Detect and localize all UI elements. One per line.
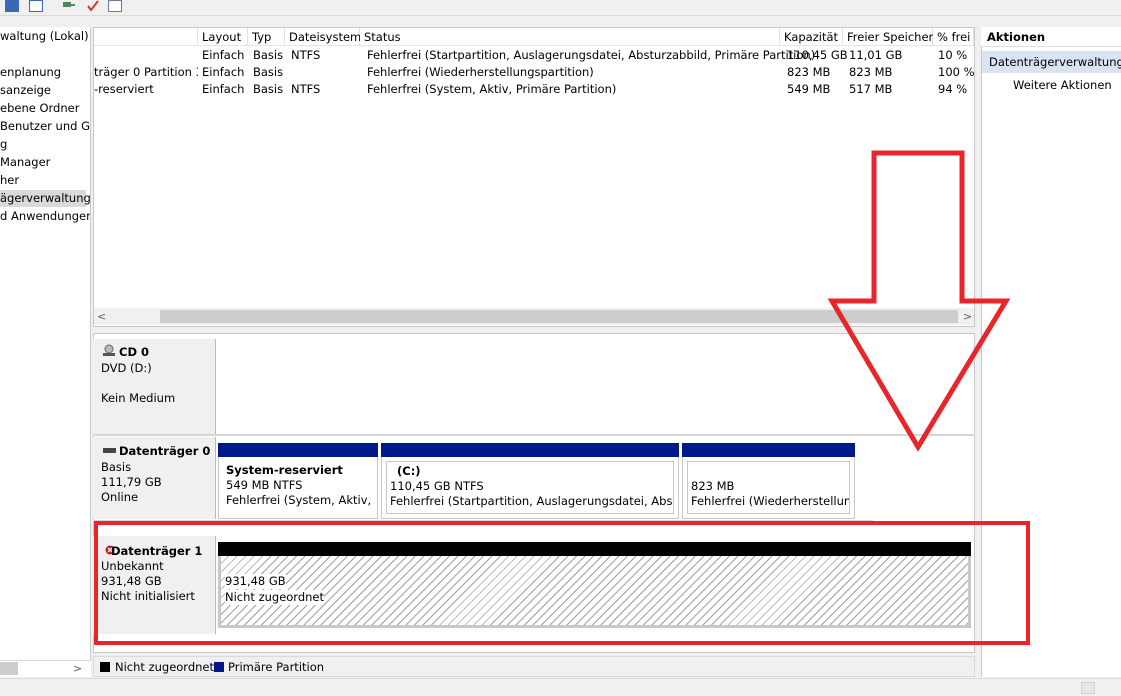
- partition-status: Fehlerfrei (Startpartition, Auslagerungs…: [390, 494, 673, 508]
- check-icon[interactable]: [86, 0, 100, 12]
- disk-type: Basis: [101, 460, 132, 474]
- nav-item-lokale-benutzer[interactable]: Benutzer und Gr: [0, 118, 90, 135]
- frei-cell: 823 MB: [849, 65, 893, 79]
- fs-cell: NTFS: [291, 82, 321, 96]
- actions-title: Aktionen: [981, 27, 1121, 47]
- properties-icon[interactable]: [29, 0, 43, 12]
- col-header-dateisystem[interactable]: Dateisystem: [285, 28, 361, 46]
- help-icon[interactable]: [5, 0, 19, 12]
- partition-recovery[interactable]: 823 MB Fehlerfrei (Wiederherstellungs: [682, 457, 855, 519]
- annotation-highlight-box: [94, 521, 1030, 645]
- typ-cell: Basis: [253, 82, 284, 96]
- disk-size: 111,79 GB: [101, 475, 162, 489]
- col-header-prozent-frei[interactable]: % frei: [933, 28, 974, 46]
- prozent-cell: 100 %: [938, 65, 975, 79]
- frei-cell: 11,01 GB: [849, 48, 903, 62]
- disk-label-disk0[interactable]: Datenträger 0 Basis 111,79 GB Online: [93, 437, 216, 519]
- partition-bar: [218, 443, 378, 457]
- partition-status: Fehlerfrei (Wiederherstellungs: [691, 494, 850, 508]
- legend: Nicht zugeordnet Primäre Partition: [93, 656, 975, 677]
- partition-name: (C:): [397, 464, 421, 478]
- nav-item-aufgabenplanung[interactable]: enplanung: [0, 64, 61, 81]
- actions-section-datentraegerverwaltung[interactable]: Datenträgerverwaltung: [982, 51, 1121, 73]
- disk-drive-letter: DVD (D:): [101, 361, 152, 375]
- typ-cell: Basis: [253, 48, 284, 62]
- col-header-status[interactable]: Status: [360, 28, 780, 46]
- col-header-freier-speicher[interactable]: Freier Speicher: [843, 28, 933, 46]
- partition-c[interactable]: (C:) 110,45 GB NTFS Fehlerfrei (Startpar…: [381, 457, 679, 519]
- legend-swatch-unallocated: [100, 662, 110, 672]
- col-header-kapazitaet[interactable]: Kapazität: [780, 28, 843, 46]
- nav-scroll-thumb[interactable]: [0, 662, 18, 675]
- disk-title: Datenträger 0: [119, 444, 211, 458]
- fs-cell: [283, 64, 291, 81]
- resize-grip-icon[interactable]: [1081, 682, 1095, 694]
- fs-cell: NTFS: [291, 48, 321, 62]
- col-header-typ[interactable]: Typ: [248, 28, 285, 46]
- status-cell: Fehlerfrei (Wiederherstellungspartition): [367, 65, 594, 79]
- toolbar: [0, 0, 1121, 16]
- status-cell: Fehlerfrei (Startpartition, Auslagerungs…: [367, 48, 816, 62]
- action-weitere-aktionen[interactable]: Weitere Aktionen: [1013, 77, 1112, 94]
- layout-cell: Einfach: [202, 48, 245, 62]
- volume-cell[interactable]: -reserviert: [94, 81, 198, 98]
- annotation-arrow-icon: [827, 150, 1011, 452]
- nav-scroll-right-icon[interactable]: >: [73, 660, 82, 677]
- nav-item-freigegebene-ordner[interactable]: ebene Ordner: [0, 100, 79, 117]
- legend-label-primary: Primäre Partition: [228, 660, 325, 674]
- checklist-icon[interactable]: [108, 0, 122, 12]
- nav-item-leistung[interactable]: g: [0, 136, 7, 153]
- partition-size: 823 MB: [691, 479, 735, 493]
- legend-label-unallocated: Nicht zugeordnet: [115, 660, 215, 674]
- col-header-layout[interactable]: Layout: [198, 28, 248, 46]
- kapazitaet-cell: 110,45 GB: [787, 48, 848, 62]
- layout-cell: Einfach: [202, 65, 245, 79]
- prozent-cell: 94 %: [938, 82, 968, 96]
- prozent-cell: 10 %: [938, 48, 968, 62]
- disk-media-state: Kein Medium: [101, 391, 176, 405]
- status-cell: Fehlerfrei (System, Aktiv, Primäre Parti…: [367, 82, 617, 96]
- partition-status: Fehlerfrei (System, Aktiv, Pri: [226, 493, 373, 507]
- partition-size: 110,45 GB NTFS: [390, 479, 484, 493]
- disk-label-cd0[interactable]: CD 0 DVD (D:) Kein Medium: [93, 339, 216, 434]
- nav-item-dienste-anwendungen[interactable]: d Anwendungen: [0, 208, 90, 225]
- nav-item-datenspeicher[interactable]: her: [0, 172, 19, 189]
- connect-icon[interactable]: [62, 0, 76, 12]
- partition-size: 549 MB NTFS: [226, 478, 303, 492]
- scroll-left-icon[interactable]: <: [97, 308, 106, 325]
- navigation-tree: waltung (Lokal) enplanung sanzeige ebene…: [0, 27, 91, 660]
- nav-item-datentraegerverwaltung[interactable]: ägerverwaltung: [0, 190, 90, 207]
- kapazitaet-cell: 823 MB: [787, 65, 831, 79]
- col-header-volume[interactable]: [94, 28, 198, 46]
- partition-system-reserved[interactable]: System-reserviert 549 MB NTFS Fehlerfrei…: [218, 457, 378, 519]
- cd-drive-icon: [103, 344, 115, 356]
- typ-cell: Basis: [253, 65, 284, 79]
- nav-item-ereignisanzeige[interactable]: sanzeige: [0, 82, 51, 99]
- status-bar: [0, 678, 1121, 696]
- volume-cell[interactable]: träger 0 Partition 3): [94, 64, 198, 81]
- disk-title: CD 0: [119, 345, 149, 359]
- legend-swatch-primary: [214, 662, 224, 672]
- partition-name: System-reserviert: [226, 463, 343, 477]
- layout-cell: Einfach: [202, 82, 245, 96]
- disk-icon: [103, 448, 116, 453]
- frei-cell: 517 MB: [849, 82, 893, 96]
- nav-item-computerverwaltung[interactable]: waltung (Lokal): [0, 28, 89, 45]
- kapazitaet-cell: 549 MB: [787, 82, 831, 96]
- partition-bar: [381, 443, 679, 457]
- volume-cell[interactable]: [94, 47, 198, 64]
- nav-item-geraete-manager[interactable]: Manager: [0, 154, 50, 171]
- disk-state: Online: [101, 490, 139, 504]
